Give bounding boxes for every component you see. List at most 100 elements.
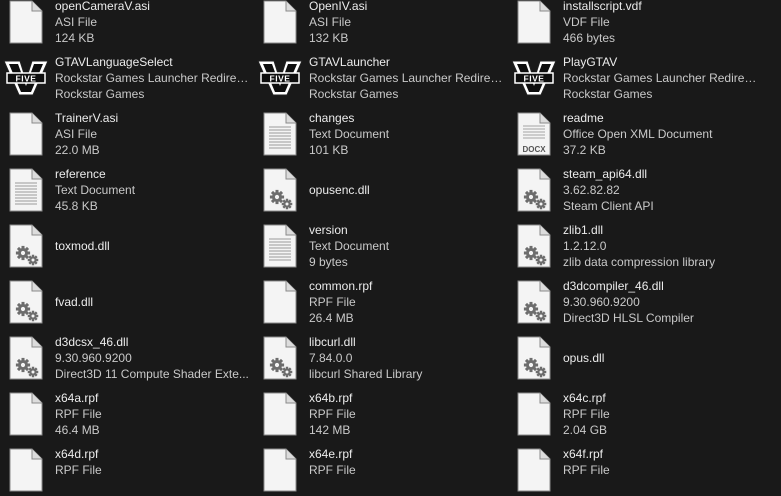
file-item[interactable]: OpenIV.asi ASI File 132 KB [254, 0, 508, 48]
file-type: Office Open XML Document [563, 127, 713, 141]
file-type: Rockstar Games Launcher Redirec... [309, 71, 504, 85]
file-detail: 46.4 MB [55, 423, 100, 437]
blank-file-icon [260, 280, 300, 324]
file-item[interactable]: x64f.rpf RPF File [508, 440, 762, 496]
file-item[interactable]: FIVE PlayGTAV Rockstar Games Launcher Redi… [508, 48, 762, 104]
file-name: x64c.rpf [563, 391, 606, 405]
file-type: 7.84.0.0 [309, 351, 353, 365]
svg-text:FIVE: FIVE [524, 74, 545, 84]
file-detail: 26.4 MB [309, 311, 354, 325]
text-document-icon [260, 112, 300, 156]
file-type: Text Document [309, 127, 390, 141]
file-name: opusenc.dll [309, 183, 370, 197]
file-type: Rockstar Games Launcher Redirec... [563, 71, 758, 85]
gta-five-logo-icon: FIVE [3, 58, 49, 102]
file-item[interactable]: openCameraV.asi ASI File 124 KB [0, 0, 254, 48]
file-name: d3dcsx_46.dll [55, 335, 129, 349]
file-item[interactable]: toxmod.dll [0, 216, 254, 272]
file-item[interactable]: x64c.rpf RPF File 2.04 GB [508, 384, 762, 440]
file-item[interactable]: d3dcompiler_46.dll 9.30.960.9200 Direct3D … [508, 272, 762, 328]
gta-five-logo-icon: FIVE [511, 58, 557, 102]
file-item[interactable]: x64d.rpf RPF File [0, 440, 254, 496]
file-item[interactable]: opus.dll [508, 328, 762, 384]
file-name: PlayGTAV [563, 55, 618, 69]
file-name: readme [563, 111, 604, 125]
svg-text:FIVE: FIVE [270, 74, 291, 84]
file-detail: 466 bytes [563, 31, 616, 45]
file-item[interactable]: x64a.rpf RPF File 46.4 MB [0, 384, 254, 440]
file-item[interactable]: d3dcsx_46.dll 9.30.960.9200 Direct3D 11 Co… [0, 328, 254, 384]
file-detail: 22.0 MB [55, 143, 100, 157]
gta-five-logo-icon: FIVE [257, 58, 303, 102]
file-type: Rockstar Games Launcher Redirec... [55, 71, 250, 85]
blank-file-icon [260, 0, 300, 44]
file-name: x64a.rpf [55, 391, 99, 405]
file-item[interactable]: FIVE GTAVLauncher Rockstar Games Launcher … [254, 48, 508, 104]
file-type: 9.30.960.9200 [563, 295, 640, 309]
file-name: steam_api64.dll [563, 167, 648, 181]
file-name: GTAVLauncher [309, 55, 390, 69]
file-detail: 2.04 GB [563, 423, 608, 437]
file-name: x64e.rpf [309, 447, 353, 461]
file-name: GTAVLanguageSelect [55, 55, 173, 69]
file-name: changes [309, 111, 355, 125]
file-detail: Direct3D HLSL Compiler [563, 311, 694, 325]
file-item[interactable]: libcurl.dll 7.84.0.0 libcurl Shared Librar… [254, 328, 508, 384]
blank-file-icon [514, 0, 554, 44]
blank-file-icon [514, 448, 554, 492]
blank-file-icon [6, 392, 46, 436]
file-name: version [309, 223, 348, 237]
blank-file-icon [6, 448, 46, 492]
file-type: 3.62.82.82 [563, 183, 620, 197]
file-type: RPF File [563, 463, 610, 477]
file-item[interactable]: x64b.rpf RPF File 142 MB [254, 384, 508, 440]
file-item[interactable]: fvad.dll [0, 272, 254, 328]
dll-gear-icon [514, 336, 554, 380]
file-item[interactable]: changes Text Document 101 KB [254, 104, 508, 160]
file-item[interactable]: x64e.rpf RPF File [254, 440, 508, 496]
file-item[interactable]: common.rpf RPF File 26.4 MB [254, 272, 508, 328]
file-detail: 9 bytes [309, 255, 348, 269]
file-detail: Rockstar Games [309, 87, 399, 101]
file-name: x64b.rpf [309, 391, 353, 405]
file-item[interactable]: steam_api64.dll 3.62.82.82 Steam Client AP… [508, 160, 762, 216]
dll-gear-icon [260, 336, 300, 380]
file-detail: 101 KB [309, 143, 349, 157]
text-document-icon [6, 168, 46, 212]
file-detail: libcurl Shared Library [309, 367, 423, 381]
file-item[interactable]: FIVE GTAVLanguageSelect Rockstar Games Lau… [0, 48, 254, 104]
dll-gear-icon [6, 336, 46, 380]
file-item[interactable]: reference Text Document 45.8 KB [0, 160, 254, 216]
file-detail: 124 KB [55, 31, 95, 45]
file-type: 9.30.960.9200 [55, 351, 132, 365]
file-name: fvad.dll [55, 295, 94, 309]
file-type: 1.2.12.0 [563, 239, 607, 253]
file-item[interactable]: version Text Document 9 bytes [254, 216, 508, 272]
file-name: opus.dll [563, 351, 605, 365]
text-document-icon [260, 224, 300, 268]
file-type: RPF File [309, 463, 356, 477]
file-name: OpenIV.asi [309, 0, 368, 13]
file-name: installscript.vdf [563, 0, 642, 13]
file-item[interactable]: opusenc.dll [254, 160, 508, 216]
file-item[interactable]: installscript.vdf VDF File 466 bytes [508, 0, 762, 48]
file-type: Text Document [55, 183, 136, 197]
docx-label: DOCX [522, 145, 546, 154]
file-item[interactable]: zlib1.dll 1.2.12.0 zlib data compression l… [508, 216, 762, 272]
file-name: x64f.rpf [563, 447, 604, 461]
file-detail: Rockstar Games [55, 87, 145, 101]
file-detail: zlib data compression library [563, 255, 716, 269]
file-name: x64d.rpf [55, 447, 99, 461]
docx-document-icon: DOCX [514, 112, 554, 156]
file-name: openCameraV.asi [55, 0, 150, 13]
dll-gear-icon [514, 224, 554, 268]
dll-gear-icon [6, 280, 46, 324]
file-type: VDF File [563, 15, 610, 29]
file-detail: 142 MB [309, 423, 351, 437]
file-type: ASI File [55, 127, 98, 141]
file-item[interactable]: TrainerV.asi ASI File 22.0 MB [0, 104, 254, 160]
dll-gear-icon [6, 224, 46, 268]
dll-gear-icon [514, 280, 554, 324]
file-item[interactable]: DOCX readme Office Open XML Document 37.2 K… [508, 104, 762, 160]
file-name: d3dcompiler_46.dll [563, 279, 664, 293]
